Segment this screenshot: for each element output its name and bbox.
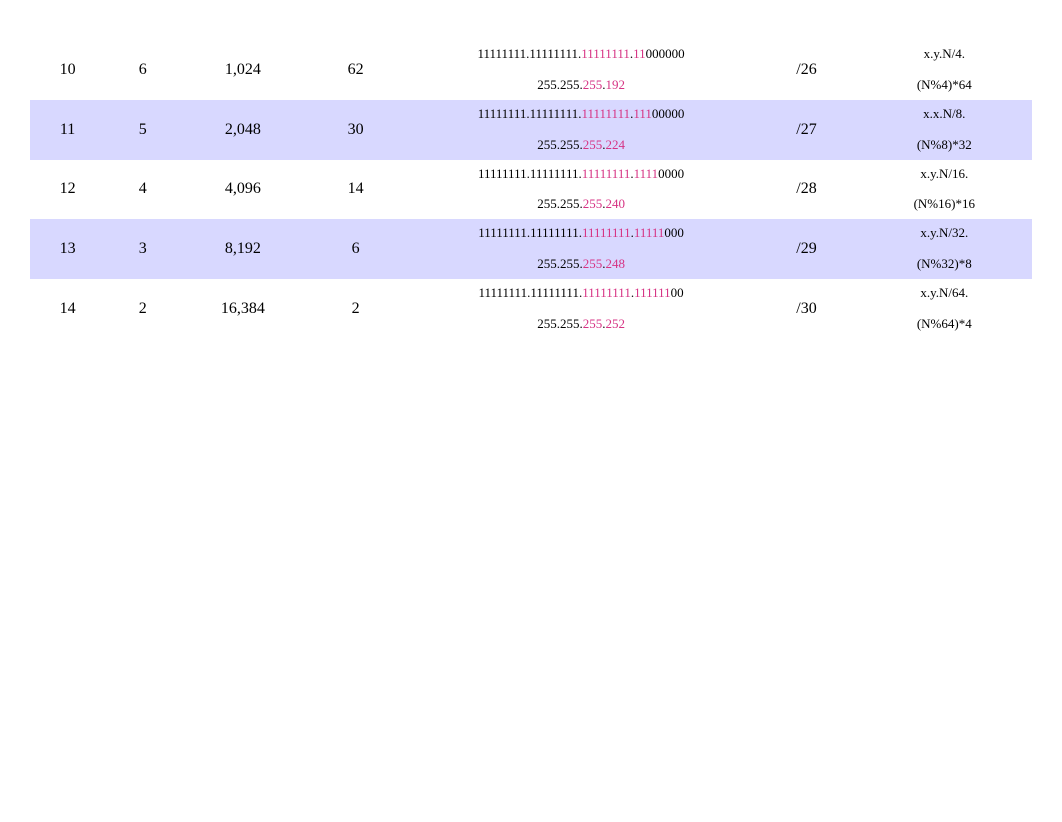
dec-mag2: 252 <box>605 316 625 331</box>
cell-subnets: 4,096 <box>180 160 305 220</box>
bin-suffix: 0000 <box>658 166 684 181</box>
formula-top: x.y.N/32. <box>865 225 1024 242</box>
table-row: 1152,0483011111111.11111111.11111111.111… <box>30 100 1032 160</box>
bin-prefix: 11111111.11111111. <box>478 225 582 240</box>
cell-subnets: 8,192 <box>180 219 305 279</box>
cell-cidr: /26 <box>756 40 856 100</box>
cell-hosts: 14 <box>306 160 406 220</box>
cell-hostbits: 4 <box>105 160 180 220</box>
cell-hosts: 2 <box>306 279 406 339</box>
bin-mag1: 11111111 <box>582 166 631 181</box>
cell-bits: 14 <box>30 279 105 339</box>
cell-subnets: 16,384 <box>180 279 305 339</box>
cell-hostbits: 5 <box>105 100 180 160</box>
cell-hostbits: 6 <box>105 40 180 100</box>
mask-binary: 11111111.11111111.11111111.11110000 <box>414 166 749 183</box>
bin-mag1: 11111111 <box>582 225 631 240</box>
subnet-table: 1061,0246211111111.11111111.11111111.110… <box>30 40 1032 339</box>
bin-prefix: 11111111.11111111. <box>477 46 581 61</box>
bin-prefix: 11111111.11111111. <box>478 106 582 121</box>
cell-cidr: /28 <box>756 160 856 220</box>
bin-mag1: 11111111 <box>582 285 631 300</box>
bin-prefix: 11111111.11111111. <box>478 285 582 300</box>
dec-mag1: 255 <box>583 77 603 92</box>
mask-binary: 11111111.11111111.11111111.11111100 <box>414 285 749 302</box>
bin-suffix: 000000 <box>646 46 685 61</box>
mask-binary: 11111111.11111111.11111111.11000000 <box>414 46 749 63</box>
formula-bottom: (N%64)*4 <box>865 316 1024 333</box>
dec-prefix: 255.255. <box>537 77 583 92</box>
formula-top: x.y.N/4. <box>865 46 1024 63</box>
cell-cidr: /29 <box>756 219 856 279</box>
cell-hosts: 30 <box>306 100 406 160</box>
dec-mag1: 255 <box>583 316 603 331</box>
mask-binary: 11111111.11111111.11111111.11100000 <box>414 106 749 123</box>
formula-bottom: (N%32)*8 <box>865 256 1024 273</box>
cell-formula: x.x.N/8. (N%8)*32 <box>857 100 1032 160</box>
cell-subnets: 2,048 <box>180 100 305 160</box>
mask-binary: 11111111.11111111.11111111.11111000 <box>414 225 749 242</box>
cell-cidr: /30 <box>756 279 856 339</box>
cell-hosts: 62 <box>306 40 406 100</box>
dec-mag1: 255 <box>583 256 603 271</box>
formula-top: x.y.N/16. <box>865 166 1024 183</box>
dec-mag2: 248 <box>605 256 625 271</box>
mask-decimal: 255.255.255.252 <box>414 316 749 333</box>
dec-mag2: 240 <box>605 196 625 211</box>
mask-decimal: 255.255.255.192 <box>414 77 749 94</box>
cell-cidr: /27 <box>756 100 856 160</box>
bin-mag2: 111111 <box>634 285 671 300</box>
formula-top: x.y.N/64. <box>865 285 1024 302</box>
mask-decimal: 255.255.255.240 <box>414 196 749 213</box>
formula-bottom: (N%8)*32 <box>865 137 1024 154</box>
cell-bits: 13 <box>30 219 105 279</box>
mask-decimal: 255.255.255.248 <box>414 256 749 273</box>
bin-mag2: 111 <box>633 106 652 121</box>
dec-prefix: 255.255. <box>537 196 583 211</box>
cell-hostbits: 3 <box>105 219 180 279</box>
table-row: 1244,0961411111111.11111111.11111111.111… <box>30 160 1032 220</box>
dec-mag1: 255 <box>583 137 603 152</box>
cell-formula: x.y.N/16. (N%16)*16 <box>857 160 1032 220</box>
cell-subnets: 1,024 <box>180 40 305 100</box>
cell-formula: x.y.N/4. (N%4)*64 <box>857 40 1032 100</box>
table-row: 1338,192611111111.11111111.11111111.1111… <box>30 219 1032 279</box>
cell-bits: 11 <box>30 100 105 160</box>
cell-mask: 11111111.11111111.11111111.11100000255.2… <box>406 100 757 160</box>
dec-mag2: 224 <box>605 137 625 152</box>
bin-prefix: 11111111.11111111. <box>478 166 582 181</box>
mask-decimal: 255.255.255.224 <box>414 137 749 154</box>
dec-mag1: 255 <box>583 196 603 211</box>
cell-bits: 10 <box>30 40 105 100</box>
bin-suffix: 00 <box>671 285 684 300</box>
cell-formula: x.y.N/32. (N%32)*8 <box>857 219 1032 279</box>
cell-hosts: 6 <box>306 219 406 279</box>
dec-prefix: 255.255. <box>537 137 583 152</box>
dec-prefix: 255.255. <box>537 256 583 271</box>
formula-bottom: (N%16)*16 <box>865 196 1024 213</box>
cell-mask: 11111111.11111111.11111111.11110000255.2… <box>406 160 757 220</box>
table-row: 14216,384211111111.11111111.11111111.111… <box>30 279 1032 339</box>
bin-mag2: 11111 <box>634 225 665 240</box>
cell-formula: x.y.N/64. (N%64)*4 <box>857 279 1032 339</box>
dec-mag2: 192 <box>605 77 625 92</box>
bin-mag1: 11111111 <box>581 106 630 121</box>
cell-mask: 11111111.11111111.11111111.11111000255.2… <box>406 219 757 279</box>
cell-mask: 11111111.11111111.11111111.11000000255.2… <box>406 40 757 100</box>
cell-mask: 11111111.11111111.11111111.11111100255.2… <box>406 279 757 339</box>
table-body: 1061,0246211111111.11111111.11111111.110… <box>30 40 1032 339</box>
formula-bottom: (N%4)*64 <box>865 77 1024 94</box>
table-row: 1061,0246211111111.11111111.11111111.110… <box>30 40 1032 100</box>
bin-mag2: 11 <box>633 46 646 61</box>
bin-mag2: 1111 <box>634 166 659 181</box>
formula-top: x.x.N/8. <box>865 106 1024 123</box>
cell-hostbits: 2 <box>105 279 180 339</box>
cell-bits: 12 <box>30 160 105 220</box>
bin-suffix: 00000 <box>652 106 685 121</box>
dec-prefix: 255.255. <box>537 316 583 331</box>
bin-suffix: 000 <box>664 225 684 240</box>
bin-mag1: 11111111 <box>581 46 630 61</box>
